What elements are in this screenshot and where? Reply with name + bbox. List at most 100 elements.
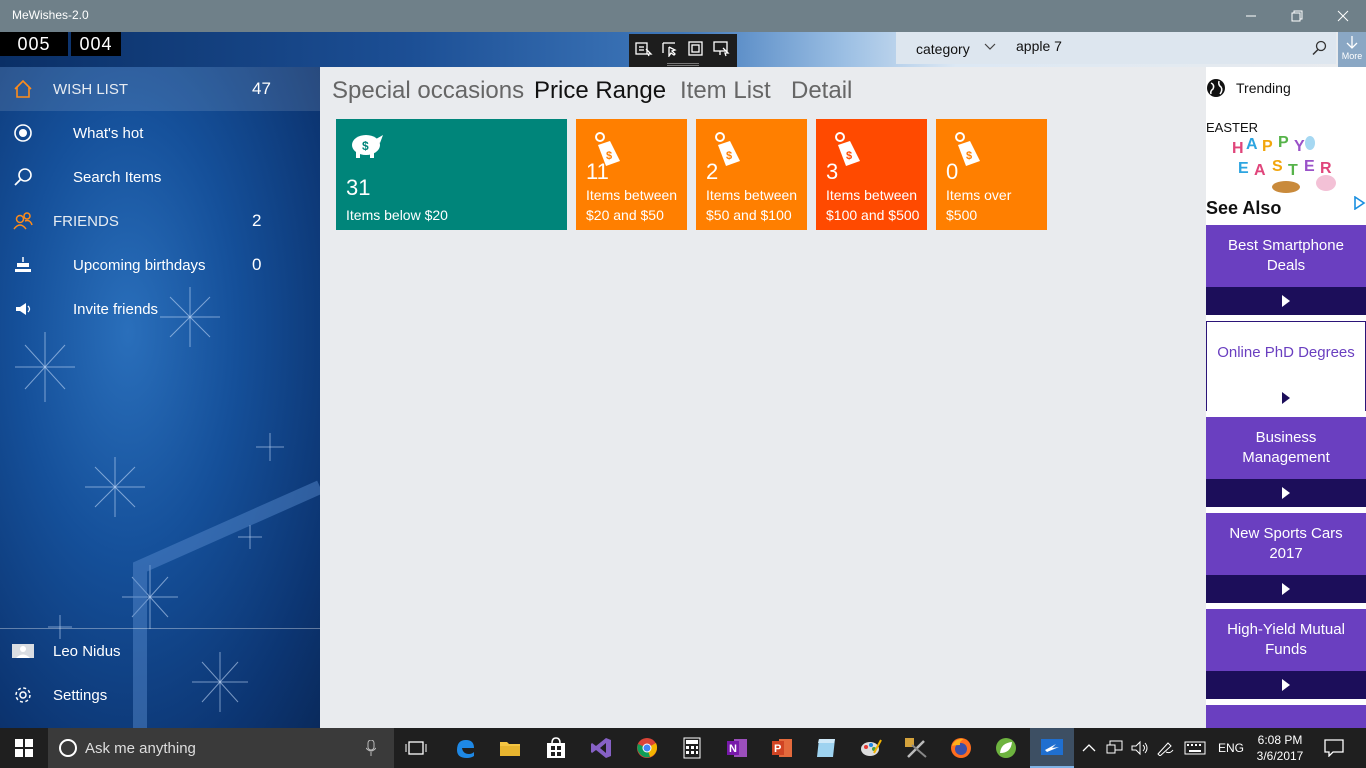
network-icon[interactable]: [1106, 740, 1124, 756]
tile-over-500[interactable]: $ 0 Items over $500: [936, 119, 1047, 230]
gear-icon: [12, 684, 34, 706]
notification-icon: [1324, 739, 1344, 757]
task-view-button[interactable]: [394, 728, 438, 768]
paint-taskbar-button[interactable]: [849, 728, 893, 768]
action-center-button[interactable]: [1312, 728, 1356, 768]
tab-item-list[interactable]: Item List: [680, 77, 771, 105]
language-indicator[interactable]: ENG: [1218, 741, 1244, 755]
wish-list-count: 47: [252, 79, 271, 98]
play-arrow-icon: [1282, 487, 1290, 499]
select-element-button[interactable]: [635, 41, 653, 57]
easter-image[interactable]: HAP PY EAS TER: [1226, 133, 1351, 195]
close-button[interactable]: [1320, 0, 1366, 32]
sidebar-item-upcoming-birthdays[interactable]: Upcoming birthdays 0: [0, 243, 320, 287]
store-taskbar-button[interactable]: [534, 728, 578, 768]
tab-detail[interactable]: Detail: [791, 77, 852, 105]
main-content: Special occasions Price Range Item List …: [320, 67, 1206, 728]
tile-below-20[interactable]: $ 31 Items below $20: [336, 119, 567, 230]
svg-text:$: $: [362, 139, 369, 153]
store-bag-icon: [547, 737, 565, 758]
visual-studio-taskbar-button[interactable]: [579, 728, 623, 768]
cortana-placeholder: Ask me anything: [85, 740, 196, 757]
tile-count: 0: [946, 159, 959, 184]
powerpoint-taskbar-button[interactable]: P: [760, 728, 804, 768]
ad-tile[interactable]: Business Management: [1206, 417, 1366, 507]
calculator-taskbar-button[interactable]: [670, 728, 714, 768]
cake-icon: [12, 254, 34, 276]
friends-count: 2: [252, 211, 262, 230]
tab-special-occasions[interactable]: Special occasions: [332, 77, 524, 105]
tile-count: 3: [826, 159, 839, 184]
sidebar-item-invite-friends[interactable]: Invite friends: [0, 287, 320, 331]
mewishes-taskbar-button[interactable]: [1030, 728, 1074, 768]
tile-count: 2: [706, 159, 719, 184]
tile-50-to-100[interactable]: $ 2 Items between $50 and $100: [696, 119, 807, 230]
file-explorer-taskbar-button[interactable]: [488, 728, 532, 768]
tab-price-range[interactable]: Price Range: [534, 77, 666, 105]
sidebar-item-label: WISH LIST: [53, 80, 129, 98]
ad-tile[interactable]: High-Yield Mutual Funds: [1206, 609, 1366, 699]
tile-label: Items over $500: [946, 187, 1012, 223]
frame-icon: [688, 41, 703, 56]
tools-taskbar-button[interactable]: [894, 728, 938, 768]
firefox-taskbar-button[interactable]: [939, 728, 983, 768]
sidebar-item-wish-list[interactable]: WISH LIST 47: [0, 67, 320, 111]
chrome-taskbar-button[interactable]: [625, 728, 669, 768]
search-icon[interactable]: [1312, 40, 1328, 56]
ad-tile[interactable]: Online PhD Degrees: [1206, 321, 1366, 412]
tile-100-to-500[interactable]: $ 3 Items between $100 and $500: [816, 119, 927, 230]
birthdays-count: 0: [252, 255, 262, 274]
ad-tile[interactable]: Best Smartphone Deals: [1206, 225, 1366, 315]
minimize-button[interactable]: [1228, 0, 1274, 32]
pen-ink-icon[interactable]: [1156, 740, 1174, 756]
tile-label: Items between $50 and $100: [706, 187, 798, 223]
volume-icon[interactable]: [1131, 740, 1149, 756]
minimize-icon: [1246, 15, 1256, 17]
firefox-icon: [951, 738, 971, 758]
keyboard-icon[interactable]: [1184, 741, 1206, 755]
sidebar-item-whats-hot[interactable]: What's hot: [0, 111, 320, 155]
search-input[interactable]: apple 7: [1016, 38, 1062, 54]
sidebar-item-search-items[interactable]: Search Items: [0, 155, 320, 199]
floating-toolbar: [629, 34, 737, 70]
tile-20-to-50[interactable]: $ 11 Items between $20 and $50: [576, 119, 687, 230]
ad-tile[interactable]: New Sports Cars 2017: [1206, 513, 1366, 603]
ad-label: Online PhD Degrees: [1217, 344, 1355, 361]
cortana-search-box[interactable]: Ask me anything: [48, 728, 394, 768]
sidebar-item-friends[interactable]: FRIENDS 2: [0, 199, 320, 243]
ad-choices-icon[interactable]: [1352, 196, 1366, 210]
frame-button[interactable]: [687, 41, 705, 57]
sidebar-item-label: Search Items: [73, 168, 162, 186]
spring-leaf-icon: [996, 738, 1016, 758]
clock[interactable]: 6:08 PM 3/6/2017: [1252, 732, 1308, 764]
chrome-icon: [637, 738, 658, 758]
svg-text:T: T: [1288, 162, 1298, 179]
more-button[interactable]: More: [1338, 32, 1366, 67]
clock-date: 3/6/2017: [1256, 749, 1304, 763]
toolbar-grip[interactable]: [667, 63, 699, 66]
microphone-icon[interactable]: [366, 740, 376, 756]
restore-button[interactable]: [1274, 0, 1320, 32]
pointer-button[interactable]: [661, 41, 679, 59]
settings-button[interactable]: Settings: [0, 673, 320, 717]
chevron-up-icon[interactable]: [1082, 743, 1096, 753]
category-dropdown[interactable]: category: [916, 41, 970, 57]
ad-tile[interactable]: Digital Cable: [1206, 705, 1366, 728]
spring-taskbar-button[interactable]: [984, 728, 1028, 768]
trending-header[interactable]: Trending: [1206, 77, 1366, 99]
display-layout-button[interactable]: [713, 41, 731, 57]
chevron-down-icon[interactable]: [984, 43, 996, 51]
start-button[interactable]: [2, 728, 46, 768]
user-profile[interactable]: Leo Nidus: [0, 629, 320, 673]
powerpoint-icon: P: [772, 739, 792, 757]
download-arrow-icon: [1346, 36, 1358, 49]
counter-left: 005: [0, 32, 68, 56]
notepad-taskbar-button[interactable]: [804, 728, 848, 768]
sidebar-item-label: Upcoming birthdays: [73, 256, 206, 274]
ad-arrow: [1206, 671, 1366, 699]
onenote-taskbar-button[interactable]: N: [715, 728, 759, 768]
edge-taskbar-button[interactable]: [443, 728, 487, 768]
display-layout-icon: [713, 41, 730, 57]
globe-icon: [1207, 79, 1225, 97]
task-view-icon: [405, 741, 427, 755]
